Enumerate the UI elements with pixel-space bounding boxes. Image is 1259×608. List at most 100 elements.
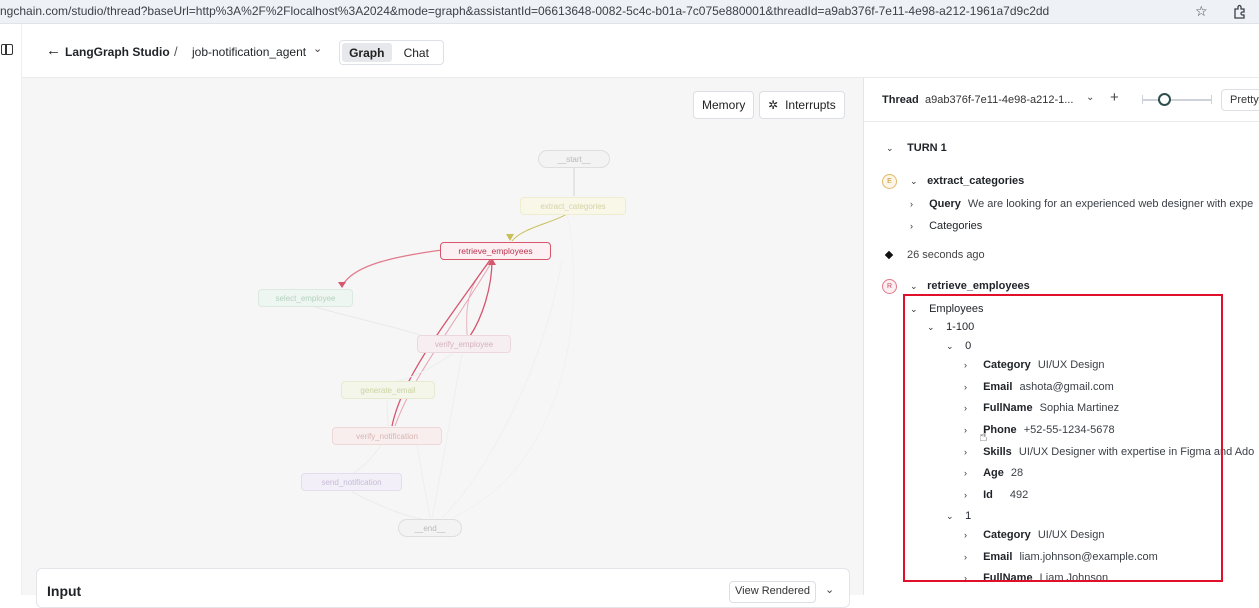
edge-retrieve-select <box>341 249 443 287</box>
field-row[interactable]: › Id 492 <box>964 489 1028 501</box>
field-row[interactable]: › Category UI/UX Design <box>964 359 1104 371</box>
turn-header[interactable]: ⌄ TURN 1 <box>886 142 947 154</box>
history-slider-track[interactable] <box>1142 99 1212 101</box>
field-row[interactable]: › FullName Sophia Martinez <box>964 402 1119 414</box>
history-slider-thumb[interactable] <box>1158 93 1171 106</box>
edge-retrieve-end <box>441 259 563 519</box>
field-row[interactable]: › Email liam.johnson@example.com <box>964 551 1158 563</box>
thread-id-select[interactable]: a9ab376f-7e11-4e98-a212-1... <box>925 94 1073 106</box>
field-value: Sophia Martinez <box>1039 402 1120 414</box>
graph-node-end[interactable]: __end__ <box>398 519 462 537</box>
chevron-down-icon[interactable]: ⌄ <box>946 511 956 522</box>
field-value: Liam Johnson <box>1039 572 1109 582</box>
graph-node-select-employee[interactable]: select_employee <box>258 289 353 307</box>
employee-index-row[interactable]: ⌄ 0 <box>946 340 971 352</box>
field-value: UI/UX Designer with expertise in Figma a… <box>1018 446 1255 458</box>
graph-node-send-notification[interactable]: send_notification <box>301 473 402 491</box>
chevron-right-icon[interactable]: › <box>964 573 974 582</box>
graph-node-generate-email[interactable]: generate_email <box>341 381 435 399</box>
field-row[interactable]: › Email ashota@gmail.com <box>964 381 1114 393</box>
pretty-toggle[interactable]: Pretty <box>1221 89 1259 111</box>
edge-select-verify <box>311 305 423 337</box>
turn-label: TURN 1 <box>907 142 947 154</box>
employee-index-row[interactable]: ⌄ 1 <box>946 510 971 522</box>
employee-index: 1 <box>965 510 972 522</box>
retrieve-node-name: retrieve_employees <box>927 280 1030 292</box>
chevron-down-icon[interactable]: ⌄ <box>927 322 937 333</box>
chevron-right-icon[interactable]: › <box>964 382 974 392</box>
graph-node-extract-categories[interactable]: extract_categories <box>520 197 626 215</box>
chevron-right-icon[interactable]: › <box>964 360 974 370</box>
field-row[interactable]: › FullName Liam Johnson <box>964 572 1108 582</box>
chevron-right-icon[interactable]: › <box>910 199 920 209</box>
thread-panel-header: Thread a9ab376f-7e11-4e98-a212-1... ⌄ + … <box>864 78 1259 122</box>
edge-arrowhead <box>338 282 346 288</box>
chevron-down-icon[interactable]: ⌄ <box>910 281 920 292</box>
chevron-right-icon[interactable]: › <box>964 447 974 457</box>
query-key: Query <box>929 198 961 210</box>
browser-url-bar[interactable]: ngchain.com/studio/thread?baseUrl=http%3… <box>0 0 1259 24</box>
url-text[interactable]: ngchain.com/studio/thread?baseUrl=http%3… <box>0 4 1049 18</box>
employees-row[interactable]: ⌄ Employees <box>910 303 983 315</box>
slider-tick <box>1142 95 1143 104</box>
tab-chat[interactable]: Chat <box>392 43 442 62</box>
edge-retrieve-verify-a <box>466 259 493 337</box>
graph-node-verify-notification[interactable]: verify_notification <box>332 427 442 445</box>
chevron-right-icon[interactable]: › <box>964 468 974 478</box>
chevron-down-icon[interactable]: ⌄ <box>313 42 322 55</box>
new-thread-plus-icon[interactable]: + <box>1110 89 1119 106</box>
retrieve-node-row[interactable]: ⌄ retrieve_employees <box>910 280 1030 292</box>
field-key: Phone <box>983 424 1017 436</box>
chevron-down-icon[interactable]: ⌄ <box>946 341 956 352</box>
input-title: Input <box>47 583 82 599</box>
field-value: UI/UX Design <box>1037 359 1105 371</box>
edge-send-end <box>351 491 423 520</box>
range-row[interactable]: ⌄ 1-100 <box>927 321 974 333</box>
employees-key: Employees <box>929 303 984 315</box>
chevron-right-icon[interactable]: › <box>964 403 974 413</box>
edge-verifynotif-send <box>351 443 383 475</box>
chevron-down-icon[interactable]: ⌄ <box>1086 92 1094 103</box>
extensions-icon[interactable] <box>1232 3 1248 19</box>
chevron-right-icon[interactable]: › <box>964 490 974 500</box>
chevron-right-icon[interactable]: › <box>910 221 920 231</box>
categories-key: Categories <box>929 220 983 232</box>
graph-node-start[interactable]: __start__ <box>538 150 610 168</box>
view-rendered-button[interactable]: View Rendered <box>729 581 817 603</box>
graph-canvas[interactable]: Memory ✲ Interrupts __start__ extract_ca… <box>22 78 863 608</box>
graph-node-verify-employee[interactable]: verify_employee <box>417 335 511 353</box>
thread-label: Thread <box>882 94 919 106</box>
thread-panel: Thread a9ab376f-7e11-4e98-a212-1... ⌄ + … <box>863 78 1259 595</box>
chevron-right-icon[interactable]: › <box>964 530 974 540</box>
field-key: Email <box>983 381 1013 393</box>
field-row[interactable]: › Category UI/UX Design <box>964 529 1104 541</box>
field-row[interactable]: › Age 28 <box>964 467 1023 479</box>
chevron-right-icon[interactable]: › <box>964 552 974 562</box>
chevron-right-icon[interactable]: › <box>964 425 974 435</box>
categories-row[interactable]: › Categories <box>910 220 982 232</box>
breadcrumb-separator: / <box>174 44 178 59</box>
edge-extract-retrieve <box>511 213 568 242</box>
tab-graph[interactable]: Graph <box>342 43 392 62</box>
field-value: UI/UX Design <box>1037 529 1105 541</box>
chevron-down-icon[interactable]: ⌄ <box>910 176 920 187</box>
query-row[interactable]: › Query We are looking for an experience… <box>910 198 1253 210</box>
field-value: 492 <box>1009 489 1029 501</box>
agent-selector[interactable]: job-notification_agent <box>192 45 306 59</box>
node-badge-extract: E <box>882 174 897 189</box>
chevron-down-icon[interactable]: ⌄ <box>886 143 896 154</box>
brand-title[interactable]: LangGraph Studio <box>65 45 170 59</box>
bookmark-star-icon[interactable]: ☆ <box>1195 3 1208 20</box>
field-row[interactable]: › Skills UI/UX Designer with expertise i… <box>964 446 1259 458</box>
field-key: FullName <box>983 572 1033 582</box>
chevron-down-icon[interactable]: ⌄ <box>825 583 834 596</box>
back-arrow-icon[interactable]: ← <box>46 42 61 59</box>
sidebar-toggle-icon[interactable] <box>1 44 13 55</box>
hand-cursor-icon: ☝ <box>979 428 988 444</box>
employee-index: 0 <box>965 340 972 352</box>
chevron-down-icon[interactable]: ⌄ <box>910 304 920 315</box>
graph-node-retrieve-employees[interactable]: retrieve_employees <box>440 242 551 260</box>
left-rail <box>0 24 22 595</box>
view-mode-toggle: Graph Chat <box>339 40 444 65</box>
extract-node-row[interactable]: ⌄ extract_categories <box>910 175 1024 187</box>
